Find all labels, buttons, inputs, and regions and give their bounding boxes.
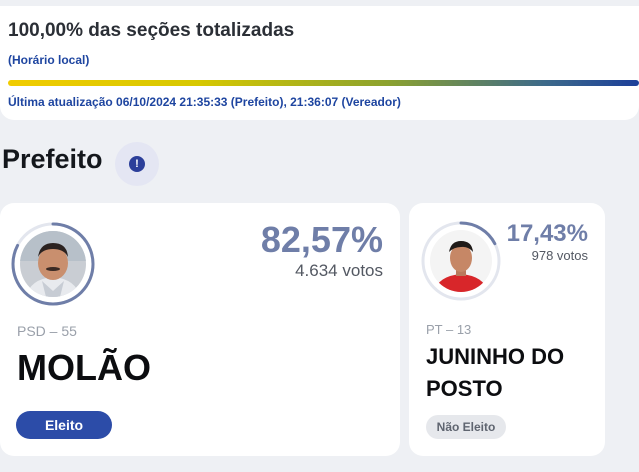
status-badge-nao-eleito: Não Eleito [426,415,506,439]
vote-count: 4.634 votos [295,261,383,280]
candidate-card-juninho[interactable]: 17,43% 978 votos PT – 13 JUNINHO DO POST… [409,203,605,456]
party-label: PSD – 55 [17,323,77,339]
info-button[interactable]: ! [115,142,159,186]
totalization-status-card: 100,00% das seções totalizadas (Horário … [0,6,639,120]
vote-percentage: 82,57% [260,219,383,260]
candidate-photo-image [20,231,86,297]
candidate-card-molao[interactable]: 82,57% 4.634 votos PSD – 55 MOLÃO Eleito [0,203,400,456]
status-badge-eleito: Eleito [16,411,112,439]
totalization-progress-bar [8,80,639,86]
vote-count: 978 votos [531,248,588,263]
candidate-photo-image [430,230,492,292]
vote-percentage: 17,43% [506,220,588,247]
candidate-name: JUNINHO DO POSTO [426,344,565,401]
progress-fill [8,80,639,86]
vote-share-ring [421,221,501,301]
candidate-name: MOLÃO [17,347,151,388]
candidate-photo [20,231,86,297]
local-time-label: (Horário local) [8,53,90,67]
last-update-text: Última atualização 06/10/2024 21:35:33 (… [8,95,401,109]
vote-share-ring [11,222,95,306]
totalization-title: 100,00% das seções totalizadas [8,20,295,41]
section-title-prefeito: Prefeito [2,144,103,174]
party-label: PT – 13 [426,322,472,337]
candidate-photo [430,230,492,292]
info-icon: ! [129,156,145,172]
